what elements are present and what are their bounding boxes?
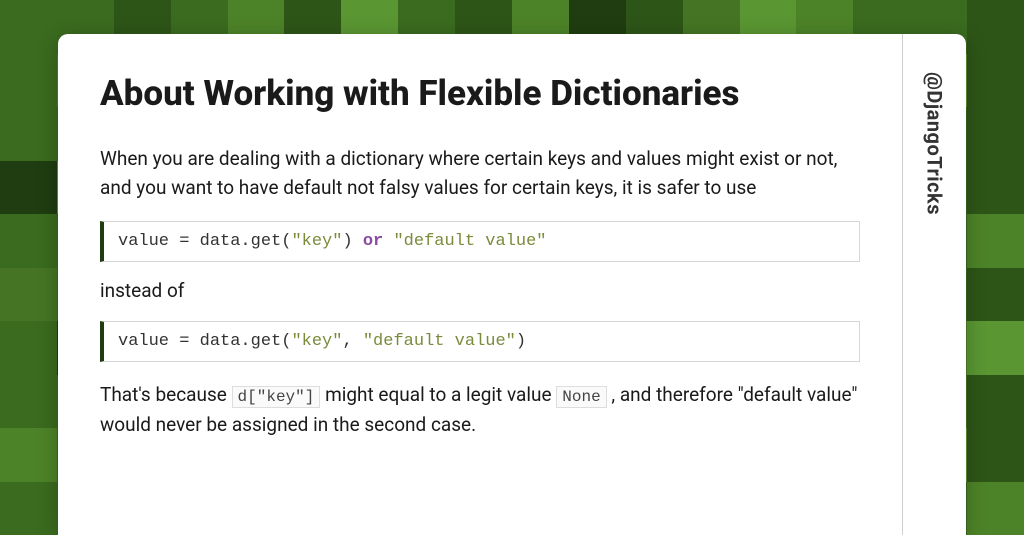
inline-code-none: None bbox=[556, 386, 606, 408]
between-paragraph: instead of bbox=[100, 276, 860, 305]
intro-paragraph: When you are dealing with a dictionary w… bbox=[100, 144, 860, 203]
article-title: About Working with Flexible Dictionaries bbox=[100, 72, 860, 116]
code-block-instead: value = data.get("key", "default value") bbox=[100, 321, 860, 362]
sidebar: @DjangoTricks bbox=[902, 34, 966, 535]
article-card: About Working with Flexible Dictionaries… bbox=[58, 34, 966, 535]
inline-code-dkey: d["key"] bbox=[232, 386, 321, 408]
article-main: About Working with Flexible Dictionaries… bbox=[58, 34, 902, 535]
author-handle: @DjangoTricks bbox=[923, 72, 947, 215]
code-block-preferred: value = data.get("key") or "default valu… bbox=[100, 221, 860, 262]
explanation-paragraph: That's because d["key"] might equal to a… bbox=[100, 380, 860, 439]
